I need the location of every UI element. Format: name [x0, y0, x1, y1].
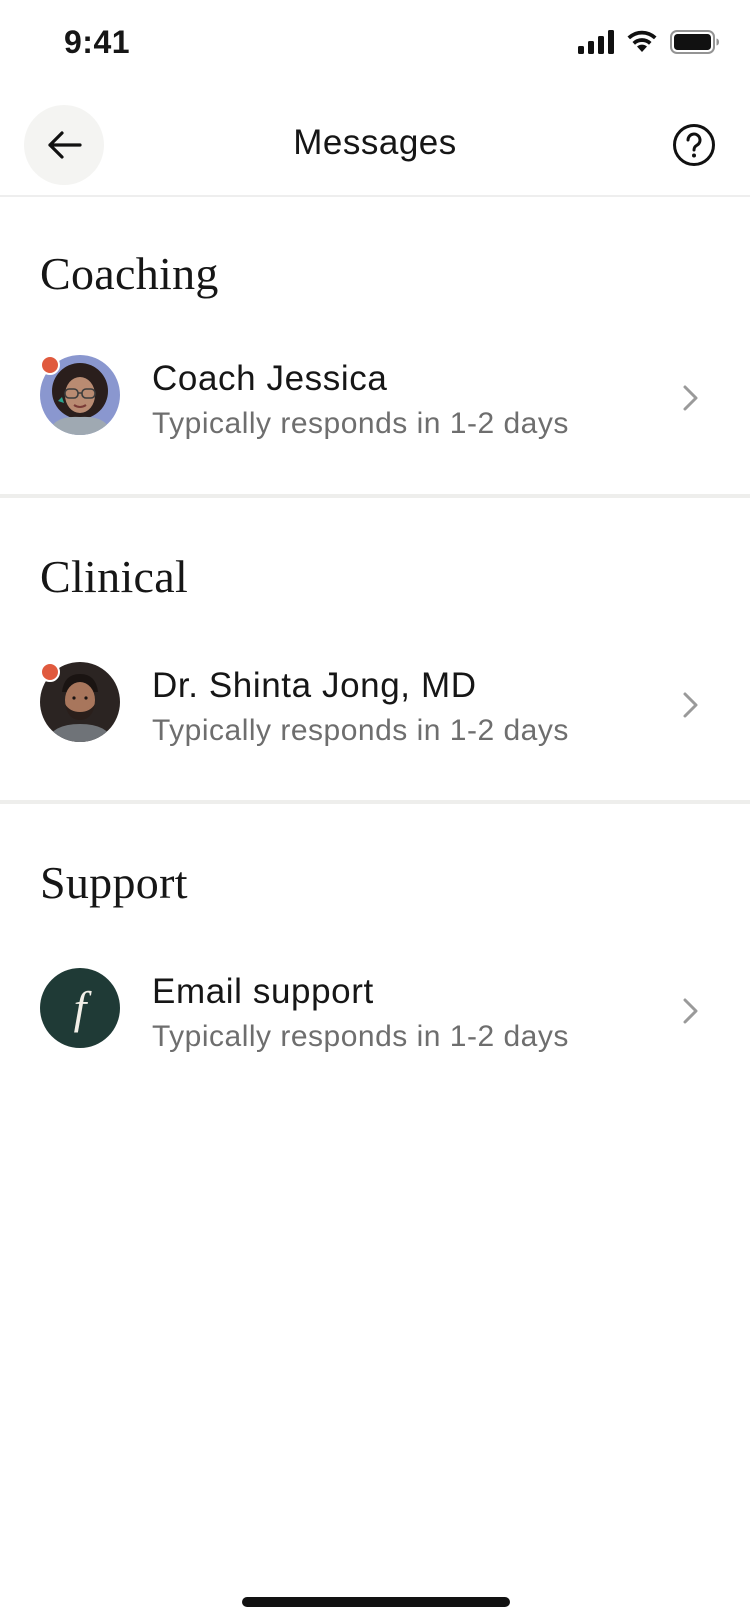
- response-time: Typically responds in 1-2 days: [152, 407, 569, 440]
- home-indicator[interactable]: [242, 1597, 510, 1607]
- contact-row-email-support[interactable]: f Email support Typically responds in 1-…: [0, 954, 750, 1064]
- help-button[interactable]: [668, 119, 720, 171]
- section-title: Coaching: [40, 248, 219, 299]
- section-support: Support f Email support Typically respon…: [0, 804, 750, 1104]
- contact-row-doctor[interactable]: Dr. Shinta Jong, MD Typically responds i…: [0, 648, 750, 758]
- chevron-right-icon: [683, 692, 698, 718]
- unread-indicator: [40, 355, 60, 375]
- contact-row-coach[interactable]: Coach Jessica Typically responds in 1-2 …: [0, 341, 750, 451]
- question-circle-icon: [673, 124, 715, 166]
- brand-logo-icon: f: [73, 982, 87, 1033]
- battery-icon: [670, 30, 719, 54]
- section-title: Support: [40, 857, 188, 908]
- wifi-icon: [627, 30, 657, 52]
- chevron-right-icon: [683, 998, 698, 1024]
- contact-name: Dr. Shinta Jong, MD: [152, 666, 477, 705]
- status-time: 9:41: [64, 24, 131, 60]
- contact-name: Coach Jessica: [152, 359, 388, 398]
- avatar: f: [40, 968, 120, 1048]
- cellular-signal-icon: [578, 30, 614, 54]
- contact-name: Email support: [152, 972, 374, 1011]
- response-time: Typically responds in 1-2 days: [152, 714, 569, 747]
- section-coaching: Coaching Coach Jessica Typically respond…: [0, 195, 750, 495]
- section-clinical: Clinical Dr. Shinta Jong, MD Typically r…: [0, 498, 750, 798]
- chevron-right-icon: [683, 385, 698, 411]
- nav-bar: Messages: [0, 95, 750, 197]
- unread-indicator: [40, 662, 60, 682]
- status-bar: 9:41: [0, 0, 750, 90]
- page-title: Messages: [293, 123, 457, 162]
- status-icons: [578, 30, 720, 54]
- response-time: Typically responds in 1-2 days: [152, 1020, 569, 1053]
- section-title: Clinical: [40, 551, 189, 602]
